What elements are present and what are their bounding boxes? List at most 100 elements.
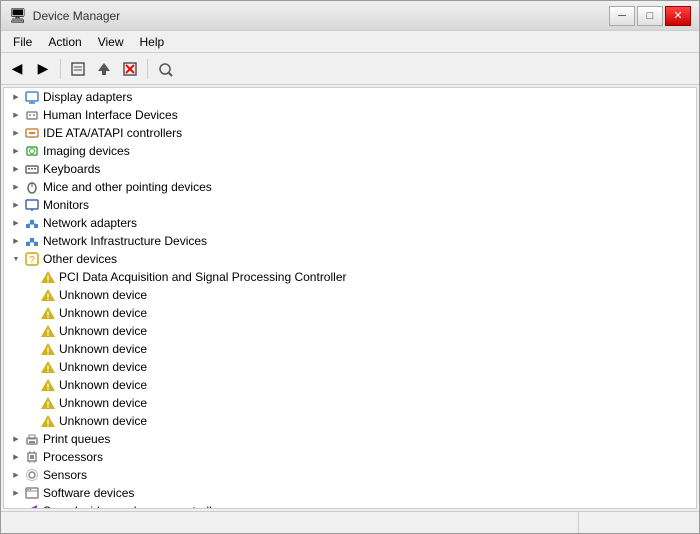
tree-item-keyboards[interactable]: Keyboards bbox=[4, 160, 696, 178]
tree-item-unknown-7[interactable]: !Unknown device bbox=[4, 394, 696, 412]
svg-text:!: ! bbox=[47, 400, 50, 410]
title-bar: 🖥 Device Manager ─ □ ✕ bbox=[1, 1, 699, 31]
expander-unknown-2[interactable] bbox=[24, 305, 40, 321]
tree-item-unknown-1[interactable]: !Unknown device bbox=[4, 286, 696, 304]
tree-item-processors[interactable]: Processors bbox=[4, 448, 696, 466]
expander-pci-data[interactable] bbox=[24, 269, 40, 285]
label-unknown-3: Unknown device bbox=[59, 324, 147, 338]
icon-unknown-1: ! bbox=[40, 287, 56, 303]
tree-item-unknown-4[interactable]: !Unknown device bbox=[4, 340, 696, 358]
title-bar-left: 🖥 Device Manager bbox=[9, 7, 120, 24]
icon-unknown-5: ! bbox=[40, 359, 56, 375]
expander-unknown-4[interactable] bbox=[24, 341, 40, 357]
menu-help[interactable]: Help bbox=[132, 33, 173, 51]
tree-item-unknown-2[interactable]: !Unknown device bbox=[4, 304, 696, 322]
expander-display-adapters[interactable] bbox=[8, 89, 24, 105]
svg-text:!: ! bbox=[47, 310, 50, 320]
icon-other-devices: ? bbox=[24, 251, 40, 267]
tree-item-network-infra[interactable]: Network Infrastructure Devices bbox=[4, 232, 696, 250]
tree-item-network-adapters[interactable]: Network adapters bbox=[4, 214, 696, 232]
expander-unknown-7[interactable] bbox=[24, 395, 40, 411]
tree-item-software-devices[interactable]: Software devices bbox=[4, 484, 696, 502]
expander-monitors[interactable] bbox=[8, 197, 24, 213]
expander-processors[interactable] bbox=[8, 449, 24, 465]
label-mice: Mice and other pointing devices bbox=[43, 180, 212, 194]
menu-view[interactable]: View bbox=[90, 33, 132, 51]
label-sensors: Sensors bbox=[43, 468, 87, 482]
forward-button[interactable]: ▶ bbox=[31, 57, 55, 81]
expander-sound-game[interactable] bbox=[8, 503, 24, 509]
expander-hid[interactable] bbox=[8, 107, 24, 123]
icon-network-adapters bbox=[24, 215, 40, 231]
icon-unknown-2: ! bbox=[40, 305, 56, 321]
close-button[interactable]: ✕ bbox=[665, 6, 691, 26]
svg-text:!: ! bbox=[47, 418, 50, 428]
tree-item-unknown-6[interactable]: !Unknown device bbox=[4, 376, 696, 394]
tree-item-ide[interactable]: IDE ATA/ATAPI controllers bbox=[4, 124, 696, 142]
window-title: Device Manager bbox=[33, 9, 120, 23]
tree-item-other-devices[interactable]: ?Other devices bbox=[4, 250, 696, 268]
tree-item-display-adapters[interactable]: Display adapters bbox=[4, 88, 696, 106]
uninstall-button[interactable] bbox=[118, 57, 142, 81]
tree-item-monitors[interactable]: Monitors bbox=[4, 196, 696, 214]
toolbar-separator-2 bbox=[147, 59, 148, 79]
icon-imaging bbox=[24, 143, 40, 159]
expander-network-adapters[interactable] bbox=[8, 215, 24, 231]
label-print-queues: Print queues bbox=[43, 432, 110, 446]
tree-item-hid[interactable]: Human Interface Devices bbox=[4, 106, 696, 124]
icon-processors bbox=[24, 449, 40, 465]
menu-action[interactable]: Action bbox=[40, 33, 89, 51]
icon-hid bbox=[24, 107, 40, 123]
minimize-button[interactable]: ─ bbox=[609, 6, 635, 26]
update-driver-button[interactable] bbox=[92, 57, 116, 81]
tree-item-mice[interactable]: Mice and other pointing devices bbox=[4, 178, 696, 196]
toolbar-separator-1 bbox=[60, 59, 61, 79]
label-imaging: Imaging devices bbox=[43, 144, 130, 158]
expander-other-devices[interactable] bbox=[8, 251, 24, 267]
properties-icon bbox=[70, 61, 86, 77]
label-network-infra: Network Infrastructure Devices bbox=[43, 234, 207, 248]
menu-file[interactable]: File bbox=[5, 33, 40, 51]
menu-bar: File Action View Help bbox=[1, 31, 699, 53]
tree-item-sensors[interactable]: Sensors bbox=[4, 466, 696, 484]
tree-item-unknown-5[interactable]: !Unknown device bbox=[4, 358, 696, 376]
label-sound-game: Sound, video and game controllers bbox=[43, 504, 228, 509]
tree-item-print-queues[interactable]: Print queues bbox=[4, 430, 696, 448]
tree-item-sound-game[interactable]: Sound, video and game controllers bbox=[4, 502, 696, 509]
scan-icon bbox=[157, 61, 173, 77]
tree-item-pci-data[interactable]: !PCI Data Acquisition and Signal Process… bbox=[4, 268, 696, 286]
expander-network-infra[interactable] bbox=[8, 233, 24, 249]
expander-print-queues[interactable] bbox=[8, 431, 24, 447]
expander-imaging[interactable] bbox=[8, 143, 24, 159]
icon-sensors bbox=[24, 467, 40, 483]
label-other-devices: Other devices bbox=[43, 252, 117, 266]
label-unknown-6: Unknown device bbox=[59, 378, 147, 392]
expander-unknown-8[interactable] bbox=[24, 413, 40, 429]
expander-unknown-3[interactable] bbox=[24, 323, 40, 339]
label-unknown-4: Unknown device bbox=[59, 342, 147, 356]
device-manager-window: 🖥 Device Manager ─ □ ✕ File Action View … bbox=[0, 0, 700, 534]
icon-keyboards bbox=[24, 161, 40, 177]
expander-keyboards[interactable] bbox=[8, 161, 24, 177]
properties-button[interactable] bbox=[66, 57, 90, 81]
tree-item-unknown-8[interactable]: !Unknown device bbox=[4, 412, 696, 430]
scan-button[interactable] bbox=[153, 57, 177, 81]
back-button[interactable]: ◀ bbox=[5, 57, 29, 81]
expander-ide[interactable] bbox=[8, 125, 24, 141]
expander-mice[interactable] bbox=[8, 179, 24, 195]
device-tree[interactable]: Display adaptersHuman Interface DevicesI… bbox=[3, 87, 697, 509]
tree-item-unknown-3[interactable]: ! Unknown device bbox=[4, 322, 696, 340]
label-display-adapters: Display adapters bbox=[43, 90, 132, 104]
expander-unknown-5[interactable] bbox=[24, 359, 40, 375]
tree-item-imaging[interactable]: Imaging devices bbox=[4, 142, 696, 160]
expander-unknown-1[interactable] bbox=[24, 287, 40, 303]
expander-unknown-6[interactable] bbox=[24, 377, 40, 393]
status-bar bbox=[1, 511, 699, 533]
maximize-button[interactable]: □ bbox=[637, 6, 663, 26]
svg-text:!: ! bbox=[47, 364, 50, 374]
expander-sensors[interactable] bbox=[8, 467, 24, 483]
expander-software-devices[interactable] bbox=[8, 485, 24, 501]
svg-text:!: ! bbox=[47, 328, 50, 338]
icon-ide bbox=[24, 125, 40, 141]
icon-monitors bbox=[24, 197, 40, 213]
